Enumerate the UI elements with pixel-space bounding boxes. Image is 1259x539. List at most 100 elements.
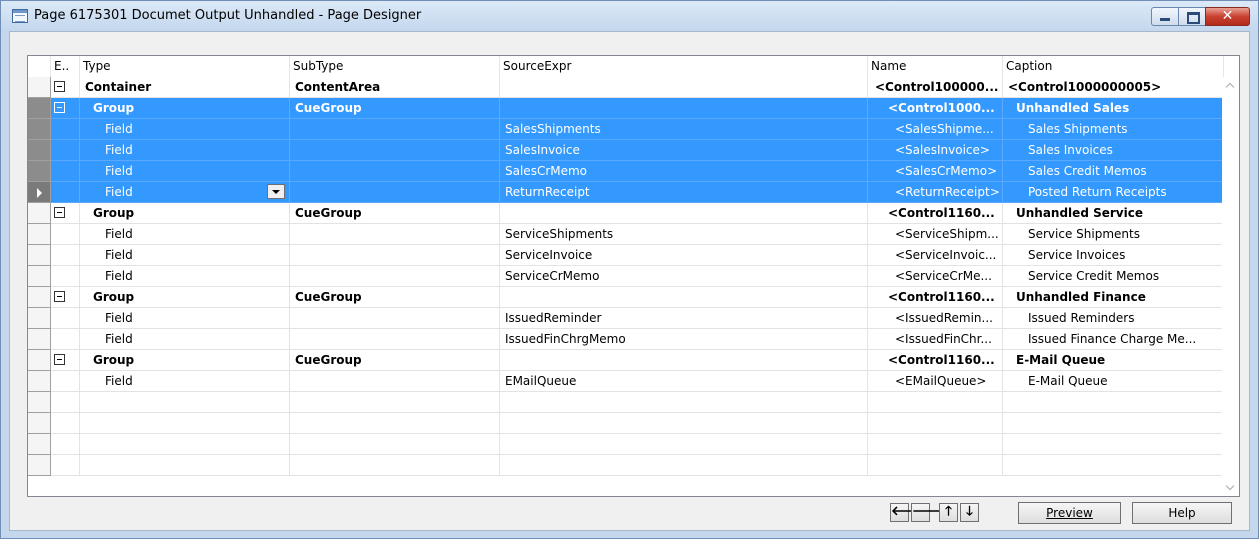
- sourceexpr-cell[interactable]: SalesCrMemo: [500, 161, 868, 182]
- row-selector[interactable]: [28, 413, 51, 434]
- table-row[interactable]: Field IssuedFinChrgMemo <IssuedFinChr... Is…: [28, 329, 1239, 350]
- type-cell[interactable]: Group: [80, 350, 290, 371]
- table-row[interactable]: Group CueGroup <Control1000... Unhandled Sa…: [28, 98, 1239, 119]
- sourceexpr-cell[interactable]: [500, 434, 868, 455]
- table-row[interactable]: [28, 434, 1239, 455]
- move-left-button[interactable]: 🡐: [890, 503, 926, 522]
- name-cell[interactable]: <SalesInvoice>: [868, 140, 1003, 161]
- caption-cell[interactable]: Service Invoices: [1003, 245, 1224, 266]
- move-up-button[interactable]: 🡑: [939, 503, 958, 522]
- sourceexpr-cell[interactable]: [500, 392, 868, 413]
- caption-cell[interactable]: Sales Invoices: [1003, 140, 1224, 161]
- column-header-sourceexpr[interactable]: SourceExpr: [500, 56, 868, 77]
- sourceexpr-cell[interactable]: [500, 98, 868, 119]
- expander-cell[interactable]: [51, 455, 80, 476]
- row-selector[interactable]: [28, 203, 51, 224]
- caption-cell[interactable]: Posted Return Receipts: [1003, 182, 1224, 203]
- title-bar[interactable]: Page 6175301 Documet Output Unhandled - …: [1, 1, 1258, 31]
- name-cell[interactable]: [868, 392, 1003, 413]
- expander-cell[interactable]: [51, 77, 80, 98]
- type-cell[interactable]: Field: [80, 245, 290, 266]
- name-cell[interactable]: [868, 455, 1003, 476]
- name-cell[interactable]: <Control1160...: [868, 287, 1003, 308]
- collapse-icon[interactable]: [54, 102, 65, 113]
- sourceexpr-cell[interactable]: [500, 77, 868, 98]
- type-cell[interactable]: Container: [80, 77, 290, 98]
- collapse-icon[interactable]: [54, 291, 65, 302]
- subtype-cell[interactable]: [290, 308, 500, 329]
- sourceexpr-cell[interactable]: [500, 455, 868, 476]
- expander-cell[interactable]: [51, 224, 80, 245]
- subtype-cell[interactable]: [290, 371, 500, 392]
- scroll-down-icon[interactable]: [1226, 483, 1235, 492]
- sourceexpr-cell[interactable]: [500, 287, 868, 308]
- name-cell[interactable]: <Control1160...: [868, 203, 1003, 224]
- row-selector[interactable]: [28, 308, 51, 329]
- row-selector[interactable]: [28, 161, 51, 182]
- collapse-icon[interactable]: [54, 81, 65, 92]
- preview-button[interactable]: Preview: [1018, 502, 1121, 524]
- row-selector[interactable]: [28, 329, 51, 350]
- caption-cell[interactable]: [1003, 455, 1224, 476]
- close-button[interactable]: ✕: [1205, 7, 1250, 26]
- expander-cell[interactable]: [51, 308, 80, 329]
- name-cell[interactable]: <Control1160...: [868, 350, 1003, 371]
- type-cell[interactable]: Field: [80, 161, 290, 182]
- controls-grid[interactable]: E.. Type SubType SourceExpr Name Caption…: [27, 55, 1240, 497]
- name-cell[interactable]: <SalesShipme...: [868, 119, 1003, 140]
- name-cell[interactable]: <ServiceCrMe...: [868, 266, 1003, 287]
- table-row[interactable]: Field SalesCrMemo <SalesCrMemo> Sales Credi…: [28, 161, 1239, 182]
- row-selector[interactable]: [28, 98, 51, 119]
- caption-cell[interactable]: Issued Finance Charge Me...: [1003, 329, 1224, 350]
- expander-cell[interactable]: [51, 161, 80, 182]
- name-cell[interactable]: <Control100000...: [868, 77, 1003, 98]
- row-selector[interactable]: [28, 140, 51, 161]
- subtype-cell[interactable]: CueGroup: [290, 98, 500, 119]
- table-row[interactable]: Field IssuedReminder <IssuedRemin... Issued…: [28, 308, 1239, 329]
- expander-cell[interactable]: [51, 434, 80, 455]
- subtype-cell[interactable]: ContentArea: [290, 77, 500, 98]
- sourceexpr-cell[interactable]: SalesShipments: [500, 119, 868, 140]
- row-selector[interactable]: [28, 455, 51, 476]
- type-dropdown-button[interactable]: [267, 184, 285, 199]
- expander-cell[interactable]: [51, 140, 80, 161]
- table-row[interactable]: Group CueGroup <Control1160... E-Mail Queue: [28, 350, 1239, 371]
- sourceexpr-cell[interactable]: ServiceInvoice: [500, 245, 868, 266]
- caption-cell[interactable]: Unhandled Sales: [1003, 98, 1224, 119]
- name-cell[interactable]: <ServiceInvoic...: [868, 245, 1003, 266]
- type-cell[interactable]: Field: [80, 119, 290, 140]
- name-cell[interactable]: [868, 413, 1003, 434]
- expander-cell[interactable]: [51, 413, 80, 434]
- type-cell[interactable]: Group: [80, 203, 290, 224]
- table-row[interactable]: Field ServiceShipments <ServiceShipm... Ser…: [28, 224, 1239, 245]
- caption-cell[interactable]: Unhandled Finance: [1003, 287, 1224, 308]
- table-row[interactable]: Container ContentArea <Control100000... <Co…: [28, 77, 1239, 98]
- table-row[interactable]: [28, 392, 1239, 413]
- sourceexpr-cell[interactable]: EMailQueue: [500, 371, 868, 392]
- move-down-button[interactable]: 🡓: [960, 503, 979, 522]
- expander-cell[interactable]: [51, 182, 80, 203]
- table-row[interactable]: Field ServiceInvoice <ServiceInvoic... Serv…: [28, 245, 1239, 266]
- name-cell[interactable]: <SalesCrMemo>: [868, 161, 1003, 182]
- row-selector[interactable]: [28, 266, 51, 287]
- caption-cell[interactable]: [1003, 392, 1224, 413]
- subtype-cell[interactable]: [290, 266, 500, 287]
- row-selector[interactable]: [28, 245, 51, 266]
- name-cell[interactable]: [868, 434, 1003, 455]
- vertical-scrollbar[interactable]: [1222, 77, 1239, 496]
- type-cell[interactable]: Group: [80, 287, 290, 308]
- caption-cell[interactable]: Service Credit Memos: [1003, 266, 1224, 287]
- expander-cell[interactable]: [51, 203, 80, 224]
- sourceexpr-cell[interactable]: IssuedReminder: [500, 308, 868, 329]
- table-row[interactable]: Field ServiceCrMemo <ServiceCrMe... Service…: [28, 266, 1239, 287]
- subtype-cell[interactable]: [290, 329, 500, 350]
- sourceexpr-cell[interactable]: SalesInvoice: [500, 140, 868, 161]
- row-selector[interactable]: [28, 392, 51, 413]
- row-selector[interactable]: [28, 287, 51, 308]
- collapse-icon[interactable]: [54, 207, 65, 218]
- subtype-cell[interactable]: CueGroup: [290, 287, 500, 308]
- collapse-icon[interactable]: [54, 354, 65, 365]
- table-row[interactable]: Field SalesInvoice <SalesInvoice> Sales Inv…: [28, 140, 1239, 161]
- table-row[interactable]: Field ReturnReceipt <ReturnReceipt> Posted …: [28, 182, 1239, 203]
- type-cell[interactable]: [80, 455, 290, 476]
